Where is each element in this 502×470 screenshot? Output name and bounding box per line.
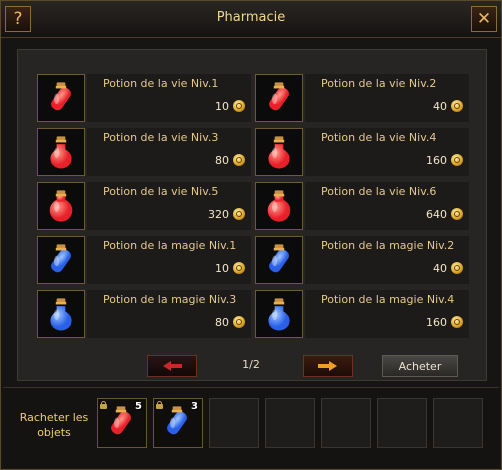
shop-item-slot[interactable]: Potion de la magie Niv.2 40 [255, 236, 469, 284]
item-name: Potion de la vie Niv.3 [103, 131, 219, 144]
gold-coin-icon [451, 316, 463, 328]
title-bar: ? Pharmacie ✕ [1, 1, 501, 38]
item-info: Potion de la vie Niv.1 10 [87, 74, 251, 122]
shop-panel: Potion de la vie Niv.1 10 Potion de la vie… [17, 49, 487, 381]
item-price: 160 [426, 154, 447, 167]
gold-coin-icon [233, 262, 245, 274]
item-count: 3 [191, 401, 198, 412]
item-name: Potion de la magie Niv.2 [321, 239, 455, 252]
gold-coin-icon [233, 208, 245, 220]
item-price: 80 [215, 154, 229, 167]
item-info: Potion de la vie Niv.4 160 [305, 128, 469, 176]
item-info: Potion de la vie Niv.2 40 [305, 74, 469, 122]
prev-page-button[interactable] [147, 355, 197, 377]
buy-button[interactable]: Acheter [382, 355, 458, 377]
item-info: Potion de la magie Niv.3 80 [87, 290, 251, 338]
shop-item-slot[interactable]: Potion de la magie Niv.3 80 [37, 290, 251, 338]
gold-coin-icon [451, 262, 463, 274]
item-info: Potion de la magie Niv.4 160 [305, 290, 469, 338]
item-icon-frame[interactable] [37, 74, 85, 122]
buyback-empty-slot[interactable] [433, 398, 483, 448]
item-price: 40 [433, 100, 447, 113]
gold-coin-icon [451, 154, 463, 166]
lock-icon [100, 401, 107, 409]
item-info: Potion de la vie Niv.6 640 [305, 182, 469, 230]
buyback-empty-slot[interactable] [209, 398, 259, 448]
window-title: Pharmacie [216, 10, 286, 25]
page-indicator: 1/2 [242, 358, 260, 371]
gold-coin-icon [233, 154, 245, 166]
item-price: 160 [426, 316, 447, 329]
buyback-empty-slot[interactable] [321, 398, 371, 448]
arrow-left-icon [163, 361, 182, 371]
shop-item-slot[interactable]: Potion de la magie Niv.1 10 [37, 236, 251, 284]
item-icon-frame[interactable] [37, 128, 85, 176]
shop-item-slot[interactable]: Potion de la vie Niv.3 80 [37, 128, 251, 176]
item-icon-frame[interactable] [37, 290, 85, 338]
arrow-right-icon [318, 361, 337, 371]
item-icon-frame[interactable] [255, 290, 303, 338]
item-icon-frame[interactable] [255, 74, 303, 122]
close-button[interactable]: ✕ [471, 6, 497, 32]
item-info: Potion de la magie Niv.2 40 [305, 236, 469, 284]
buyback-item-slot[interactable]: 5 [97, 398, 147, 448]
item-icon-frame[interactable] [255, 182, 303, 230]
item-price: 80 [215, 316, 229, 329]
buyback-label: Racheter les objets [19, 411, 89, 439]
item-price: 10 [215, 262, 229, 275]
item-name: Potion de la magie Niv.1 [103, 239, 237, 252]
item-info: Potion de la vie Niv.5 320 [87, 182, 251, 230]
item-icon-frame[interactable] [37, 236, 85, 284]
gold-coin-icon [233, 100, 245, 112]
shop-item-slot[interactable]: Potion de la vie Niv.5 320 [37, 182, 251, 230]
shop-item-slot[interactable]: Potion de la vie Niv.1 10 [37, 74, 251, 122]
shop-item-slot[interactable]: Potion de la vie Niv.6 640 [255, 182, 469, 230]
item-name: Potion de la magie Niv.3 [103, 293, 237, 306]
item-info: Potion de la magie Niv.1 10 [87, 236, 251, 284]
item-count: 5 [135, 401, 142, 412]
shop-item-slot[interactable]: Potion de la magie Niv.4 160 [255, 290, 469, 338]
gold-coin-icon [451, 208, 463, 220]
item-name: Potion de la vie Niv.6 [321, 185, 437, 198]
item-info: Potion de la vie Niv.3 80 [87, 128, 251, 176]
item-price: 320 [208, 208, 229, 221]
item-name: Potion de la vie Niv.1 [103, 77, 219, 90]
buyback-bar: Racheter les objets 5 3 [3, 387, 499, 468]
item-price: 40 [433, 262, 447, 275]
gold-coin-icon [233, 316, 245, 328]
gold-coin-icon [451, 100, 463, 112]
item-name: Potion de la vie Niv.5 [103, 185, 219, 198]
buyback-item-slot[interactable]: 3 [153, 398, 203, 448]
item-price: 10 [215, 100, 229, 113]
buyback-empty-slot[interactable] [265, 398, 315, 448]
item-name: Potion de la vie Niv.2 [321, 77, 437, 90]
item-name: Potion de la magie Niv.4 [321, 293, 455, 306]
shop-item-slot[interactable]: Potion de la vie Niv.2 40 [255, 74, 469, 122]
buyback-empty-slot[interactable] [377, 398, 427, 448]
item-icon-frame[interactable] [37, 182, 85, 230]
next-page-button[interactable] [303, 355, 353, 377]
item-name: Potion de la vie Niv.4 [321, 131, 437, 144]
pharmacy-window: ? Pharmacie ✕ Potion de la vie Niv.1 10 Po… [0, 0, 502, 470]
item-icon-frame[interactable] [255, 128, 303, 176]
shop-item-slot[interactable]: Potion de la vie Niv.4 160 [255, 128, 469, 176]
item-icon-frame[interactable] [255, 236, 303, 284]
item-price: 640 [426, 208, 447, 221]
lock-icon [156, 401, 163, 409]
